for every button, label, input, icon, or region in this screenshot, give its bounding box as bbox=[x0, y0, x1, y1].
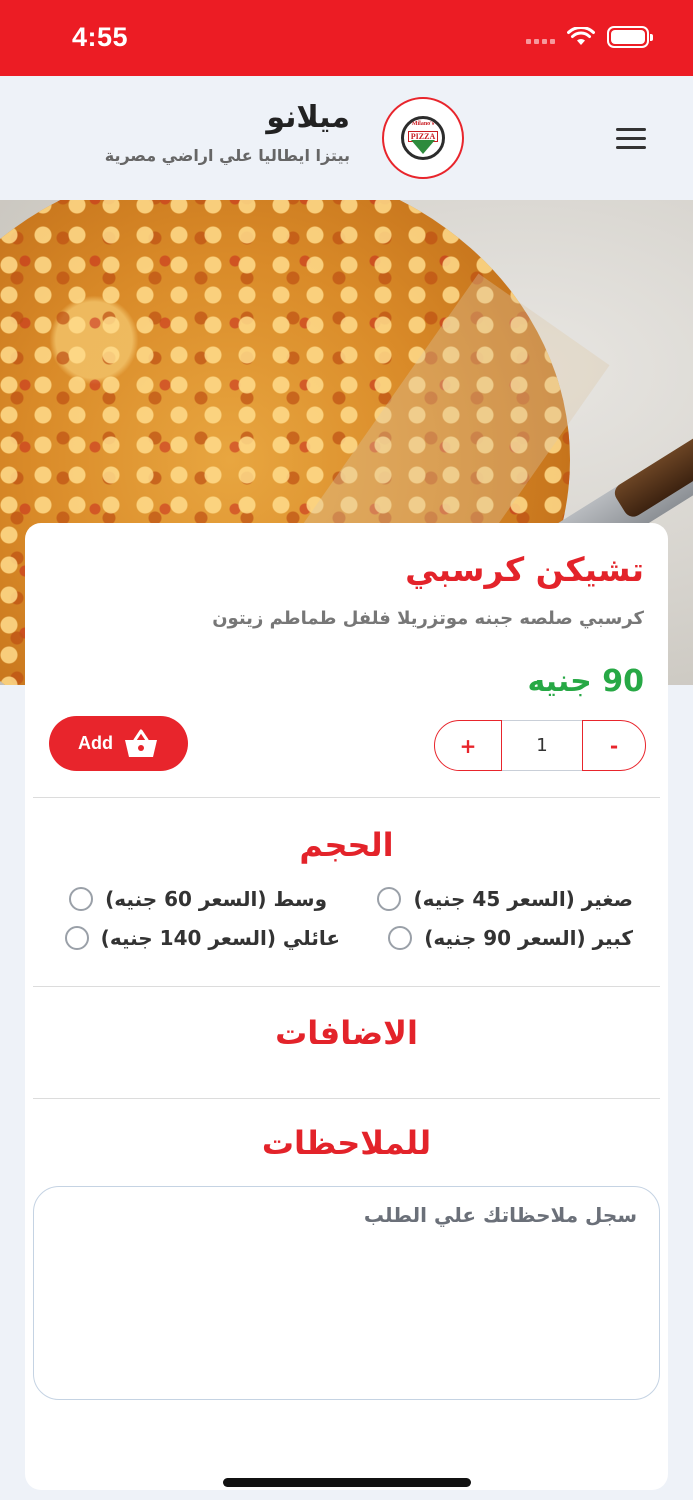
radio-button[interactable] bbox=[388, 926, 413, 950]
restaurant-tagline: بيتزا ايطاليا علي اراضي مصرية bbox=[104, 146, 350, 165]
wifi-icon bbox=[567, 27, 595, 45]
home-indicator bbox=[223, 1478, 471, 1487]
add-to-cart-button[interactable]: Add bbox=[49, 716, 188, 771]
status-icons bbox=[526, 26, 653, 48]
restaurant-logo: Milano's PIZZA bbox=[382, 97, 464, 179]
notes-field bbox=[33, 1186, 660, 1400]
size-option-label: وسط (السعر 60 جنيه) bbox=[105, 887, 327, 911]
size-section-title: الحجم bbox=[299, 826, 394, 864]
radio-button[interactable] bbox=[64, 926, 89, 950]
size-option-label: صغير (السعر 45 جنيه) bbox=[413, 887, 633, 911]
hamburger-menu-button[interactable] bbox=[616, 128, 646, 152]
status-time: 4:55 bbox=[72, 22, 129, 52]
menu-line bbox=[616, 128, 646, 131]
product-title: تشيكن كرسبي bbox=[405, 550, 644, 589]
add-button-label: Add bbox=[78, 733, 113, 753]
quantity-stepper: + 1 - bbox=[434, 720, 646, 771]
size-option-label: كبير (السعر 90 جنيه) bbox=[424, 926, 633, 950]
increase-quantity-button[interactable]: + bbox=[434, 720, 502, 771]
size-option-label: عائلي (السعر 140 جنيه) bbox=[100, 926, 340, 950]
product-description: كرسبي صلصه جبنه موتزريلا فلفل طماطم زيتو… bbox=[212, 608, 644, 629]
size-option-large[interactable]: كبير (السعر 90 جنيه) bbox=[388, 926, 633, 950]
divider bbox=[33, 986, 660, 987]
extras-section-title: الاضافات bbox=[275, 1014, 418, 1052]
divider bbox=[33, 797, 660, 798]
divider bbox=[33, 1098, 660, 1099]
menu-line bbox=[616, 137, 646, 140]
notes-section-title: للملاحظات bbox=[261, 1124, 432, 1162]
battery-icon bbox=[607, 26, 653, 48]
cellular-signal-icon bbox=[526, 30, 555, 44]
menu-line bbox=[616, 146, 646, 149]
logo-slice-shape bbox=[411, 140, 435, 154]
shopping-basket-icon bbox=[125, 729, 157, 757]
size-option-small[interactable]: صغير (السعر 45 جنيه) bbox=[377, 887, 633, 911]
quantity-value: 1 bbox=[502, 720, 582, 771]
radio-button[interactable] bbox=[377, 887, 402, 911]
notes-textarea[interactable] bbox=[34, 1187, 659, 1399]
spatula-handle bbox=[611, 415, 693, 521]
pizza-logo-icon: Milano's PIZZA bbox=[401, 116, 445, 160]
radio-button[interactable] bbox=[69, 887, 94, 911]
size-option-family[interactable]: عائلي (السعر 140 جنيه) bbox=[64, 926, 340, 950]
product-price: 90 جنيه bbox=[527, 664, 644, 699]
size-option-medium[interactable]: وسط (السعر 60 جنيه) bbox=[69, 887, 327, 911]
status-bar: 4:55 bbox=[0, 0, 693, 76]
logo-small-text: Milano's bbox=[411, 121, 435, 127]
app-header bbox=[0, 76, 693, 200]
restaurant-name: ميلانو bbox=[266, 100, 350, 135]
decrease-quantity-button[interactable]: - bbox=[582, 720, 646, 771]
